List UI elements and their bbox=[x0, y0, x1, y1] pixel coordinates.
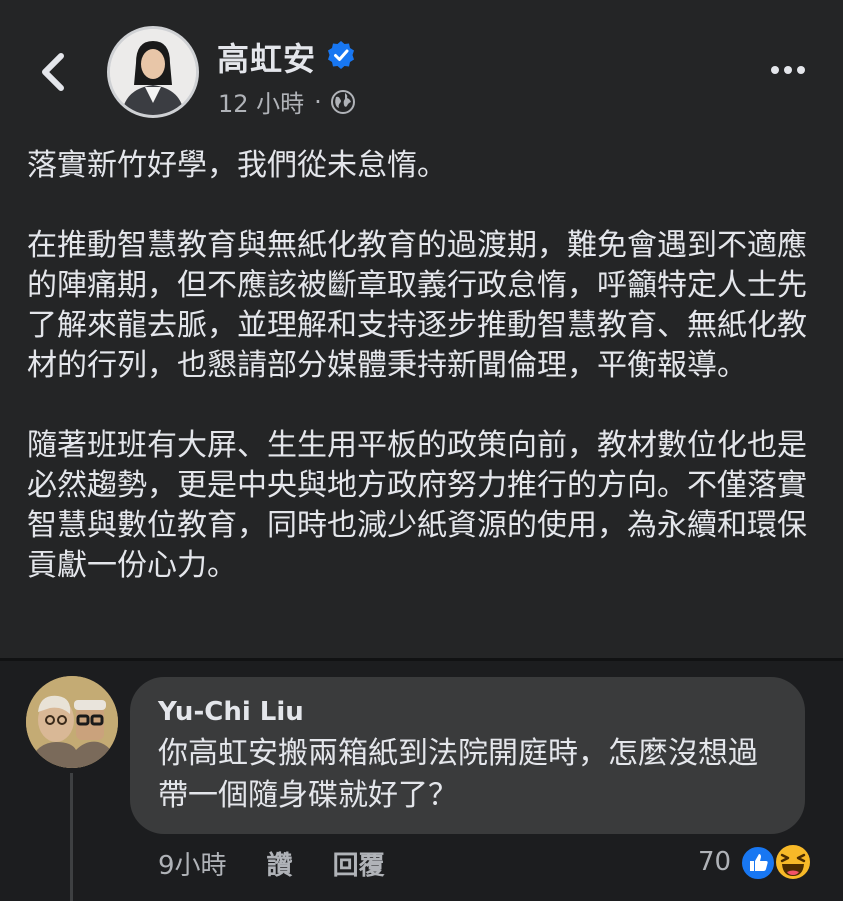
comment-author[interactable]: Yu-Chi Liu bbox=[158, 695, 777, 729]
globe-icon bbox=[330, 89, 355, 114]
author-name[interactable]: 高虹安 bbox=[217, 34, 316, 80]
post-paragraph: 在推動智慧教育與無紙化教育的過渡期，難免會遇到不適應的陣痛期，但不應該被斷章取義… bbox=[27, 228, 807, 383]
comment-reactions[interactable]: 70 bbox=[698, 842, 813, 882]
commenter-avatar[interactable] bbox=[26, 676, 118, 768]
haha-reaction-icon bbox=[774, 843, 813, 881]
reaction-count: 70 bbox=[698, 847, 732, 877]
like-reaction-icon bbox=[740, 845, 777, 881]
comment-timestamp[interactable]: 9小時 bbox=[158, 845, 227, 882]
comment-text: 你高虹安搬兩箱紙到法院開庭時，怎麼沒想過帶一個隨身碟就好了？ bbox=[158, 736, 758, 813]
post-timestamp[interactable]: 12 小時 bbox=[218, 84, 304, 119]
more-dots-icon[interactable] bbox=[768, 58, 808, 82]
reaction-icons bbox=[739, 842, 813, 882]
author-avatar[interactable] bbox=[107, 26, 199, 118]
comment-thread-line bbox=[70, 773, 73, 901]
comment-actions: 9小時 讚 回覆 bbox=[158, 845, 385, 882]
post-card: 高虹安 12 小時 · 落實新竹好學，我們從未怠惰。 在推動智慧教育與無紙化教育… bbox=[0, 0, 843, 658]
post-meta: 12 小時 · bbox=[218, 84, 356, 119]
comment-reply-button[interactable]: 回覆 bbox=[333, 845, 385, 882]
meta-separator: · bbox=[314, 87, 322, 116]
verified-badge-icon bbox=[328, 41, 354, 69]
post-body: 落實新竹好學，我們從未怠惰。 在推動智慧教育與無紙化教育的過渡期，難免會遇到不適… bbox=[27, 146, 817, 586]
back-chevron-icon[interactable] bbox=[34, 50, 74, 94]
post-paragraph: 落實新竹好學，我們從未怠惰。 bbox=[27, 148, 447, 183]
comment-bubble[interactable]: Yu-Chi Liu 你高虹安搬兩箱紙到法院開庭時，怎麼沒想過帶一個隨身碟就好了… bbox=[130, 677, 805, 834]
post-paragraph: 隨著班班有大屏、生生用平板的政策向前，教材數位化也是必然趨勢，更是中央與地方政府… bbox=[27, 428, 807, 583]
comment-like-button[interactable]: 讚 bbox=[267, 845, 293, 882]
